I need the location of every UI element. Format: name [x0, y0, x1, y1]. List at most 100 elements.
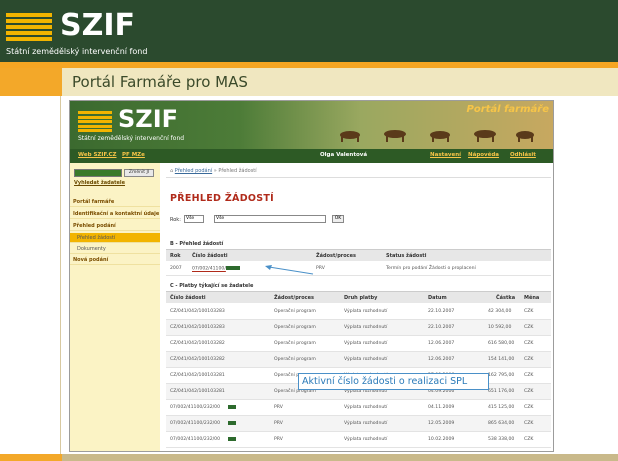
- table-cell: CZK: [524, 309, 534, 314]
- table-cell: 42 304,00: [488, 309, 512, 314]
- table-cell: Operační program: [274, 309, 316, 314]
- presentation-slide: SZIF Státní zemědělský intervenční fond …: [0, 0, 618, 461]
- table-row: 2007 07/002/41100/ PRV Termín pro podání…: [166, 262, 551, 276]
- portal-logo-icon: [78, 111, 112, 132]
- logout-link[interactable]: Odhlásit: [510, 152, 536, 158]
- table-cell: CZK: [524, 357, 534, 362]
- page-title: PŘEHLED ŽÁDOSTÍ: [170, 193, 275, 204]
- table-cell: 12.06.2007: [428, 341, 455, 346]
- breadcrumb-current: Přehled žádostí: [218, 168, 257, 174]
- table-cell: CZK: [524, 421, 534, 426]
- web-szif-link[interactable]: Web SZIF.CZ: [78, 152, 117, 158]
- annotation-callout: Aktivní číslo žádosti o realizaci SPL: [298, 373, 489, 390]
- table-cell: 616 580,00: [488, 341, 515, 346]
- table-cell: 22.10.2007: [428, 309, 455, 314]
- portal-content: ⌂ Přehled podání » Přehled žádostí PŘEHL…: [166, 163, 551, 451]
- table-cell: CZ/041/042/100103283: [170, 325, 225, 330]
- table-cell: 162 795,00: [488, 373, 515, 378]
- filter-year-label: Rok:: [170, 217, 181, 223]
- slide-logo-text: SZIF: [60, 8, 136, 43]
- table-row: 07/002/41100/232/00 PRV Výplata rozhodnutí…: [166, 416, 551, 432]
- sidebar-item-portal[interactable]: Portál farmáře: [70, 197, 160, 207]
- table-cell: Výplata rozhodnutí: [344, 357, 388, 362]
- table-row: 07/002/41100/232/00 PRV Výplata rozhodnutí…: [166, 432, 551, 448]
- table-cell: 10.02.2009: [428, 437, 455, 442]
- table-cell: CZ/041/042/100103282: [170, 341, 225, 346]
- redacted-mark: [228, 421, 236, 427]
- table-cell: CZK: [524, 389, 534, 394]
- applicant-input[interactable]: [74, 169, 122, 177]
- portal-nav-bar: Web SZIF.CZ PF MZe Olga Valentová Nastav…: [70, 149, 553, 163]
- table-cell: CZK: [524, 405, 534, 410]
- user-name: Olga Valentová: [320, 152, 368, 158]
- portal-sidebar: Změnit JI Vyhledat žadatele Portál farmá…: [70, 163, 160, 451]
- section-b-title: B - Přehled žádostí: [170, 241, 224, 247]
- table-cell: Výplata rozhodnutí: [344, 341, 388, 346]
- table-cell: 12.06.2007: [428, 357, 455, 362]
- home-icon[interactable]: ⌂: [170, 168, 173, 174]
- table-cell: Operační program: [274, 325, 316, 330]
- section-b-header: Rok Číslo žádosti Žádost/proces Status ž…: [166, 249, 551, 261]
- year-select[interactable]: Vše: [184, 215, 204, 223]
- help-link[interactable]: Nápověda: [468, 152, 499, 158]
- footer-accent-block: [0, 454, 62, 461]
- slide-logo-subtitle: Státní zemědělský intervenční fond: [6, 47, 148, 56]
- breadcrumb: ⌂ Přehled podání » Přehled žádostí: [170, 168, 257, 174]
- table-cell: 154 141,00: [488, 357, 515, 362]
- table-cell: 22.10.2007: [428, 325, 455, 330]
- pf-mze-link[interactable]: PF MZe: [122, 152, 145, 158]
- table-cell: CZ/041/042/100103283: [170, 309, 225, 314]
- table-row: CZ/041/042/100103283 Operační program Výpl…: [166, 304, 551, 320]
- change-applicant-button[interactable]: Změnit JI: [124, 169, 154, 177]
- table-cell: CZ/041/042/100103281: [170, 373, 225, 378]
- table-cell: CZK: [524, 341, 534, 346]
- table-cell: 10 592,00: [488, 325, 512, 330]
- settings-link[interactable]: Nastavení: [430, 152, 461, 158]
- section-c-header: Číslo žádosti Žádost/proces Druh platby …: [166, 291, 551, 303]
- table-cell: 07/002/41100/232/00: [170, 437, 221, 442]
- table-cell: 04.11.2009: [428, 405, 455, 410]
- table-cell: 651 176,00: [488, 389, 515, 394]
- table-cell: 538 338,00: [488, 437, 515, 442]
- portal-header: SZIF Státní zemědělský intervenční fond …: [70, 101, 553, 149]
- filter-ok-button[interactable]: OK: [332, 215, 344, 223]
- redacted-mark: [228, 405, 236, 411]
- table-cell: CZK: [524, 437, 534, 442]
- sidebar-item-new-submission[interactable]: Nová podání: [70, 255, 160, 265]
- portal-screenshot: SZIF Státní zemědělský intervenční fond …: [69, 100, 554, 452]
- table-cell: Výplata rozhodnutí: [344, 325, 388, 330]
- table-cell: CZ/041/042/100103282: [170, 357, 225, 362]
- type-select[interactable]: Vše: [214, 215, 326, 223]
- table-row: 07/002/41100/232/00 PRV Výplata rozhodnutí…: [166, 400, 551, 416]
- table-row: CZ/041/042/100103282 Operační program Výpl…: [166, 352, 551, 368]
- search-applicant-link[interactable]: Vyhledat žadatele: [74, 180, 125, 186]
- table-cell: Výplata rozhodnutí: [344, 421, 388, 426]
- section-c-title: C - Platby týkající se žadatele: [170, 283, 254, 289]
- active-application-link[interactable]: 07/002/41100/: [192, 266, 240, 272]
- breadcrumb-submissions[interactable]: Přehled podání: [175, 168, 212, 174]
- portal-name: Portál farmáře: [466, 104, 549, 115]
- slide-header-bar: SZIF Státní zemědělský intervenční fond: [0, 0, 618, 62]
- szif-logo-icon: [6, 13, 52, 43]
- portal-logo-subtitle: Státní zemědělský intervenční fond: [78, 135, 185, 142]
- slide-title: Portál Farmáře pro MAS: [72, 73, 248, 91]
- left-divider: [60, 96, 61, 461]
- sidebar-item-applications[interactable]: Přehled žádostí: [70, 233, 160, 243]
- table-cell: PRV: [274, 405, 283, 410]
- title-accent-block: [0, 68, 62, 96]
- table-cell: CZK: [524, 325, 534, 330]
- sidebar-item-submissions[interactable]: Přehled podání: [70, 221, 160, 231]
- table-cell: Operační program: [274, 341, 316, 346]
- applicant-selector: Změnit JI Vyhledat žadatele: [74, 169, 156, 193]
- sidebar-item-identification[interactable]: Identifikační a kontaktní údaje: [70, 209, 160, 219]
- table-row: CZ/041/042/100103282 Operační program Výpl…: [166, 336, 551, 352]
- portal-logo-text: SZIF: [118, 105, 179, 133]
- table-cell: 415 125,00: [488, 405, 515, 410]
- table-cell: Výplata rozhodnutí: [344, 309, 388, 314]
- slide-footer-bar: [0, 454, 618, 461]
- table-cell: 865 634,00: [488, 421, 515, 426]
- table-cell: 12.05.2009: [428, 421, 455, 426]
- table-cell: Operační program: [274, 357, 316, 362]
- table-cell: 07/002/41100/232/00: [170, 405, 221, 410]
- sidebar-item-documents[interactable]: Dokumenty: [70, 244, 160, 254]
